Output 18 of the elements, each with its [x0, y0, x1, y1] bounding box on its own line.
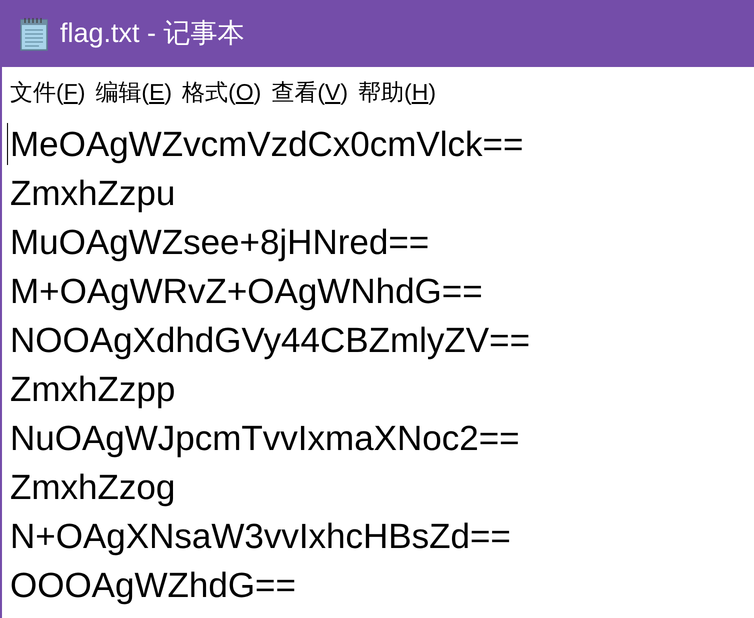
menu-item[interactable]: 查看(V) [271, 81, 348, 104]
menu-item[interactable]: 帮助(H) [358, 81, 436, 104]
text-line: M+OAgWRvZ+OAgWNhdG== [10, 271, 483, 313]
menu-item[interactable]: 文件(F) [10, 81, 86, 104]
text-line: MeOAgWZvcmVzdCx0cmVlck== [10, 124, 524, 166]
text-line: ZmxhZzpp [10, 369, 176, 411]
text-line: ZmxhZzog [10, 467, 176, 509]
text-line: ZmxhZzpu [10, 173, 176, 215]
text-caret [7, 123, 8, 165]
menu-item[interactable]: 格式(O) [182, 81, 262, 104]
window-title: flag.txt - 记事本 [60, 17, 245, 50]
text-line: NOOAgXdhdGVy44CBZmlyZV== [10, 320, 530, 362]
text-line: NuOAgWJpcmTvvIxmaXNoc2== [10, 418, 520, 460]
text-line: N+OAgXNsaW3vvIxhcHBsZd== [10, 516, 511, 558]
menu-item[interactable]: 编辑(E) [95, 81, 172, 104]
text-area[interactable]: MeOAgWZvcmVzdCx0cmVlck== ZmxhZzpu MuOAgWZsee+8jHNred== M+OAgWRvZ+OAgWNhdG== NOOAgXdhdGVy44CBZmlyZV== ZmxhZzpp NuOAgWJpcmTvvIxmaXNoc2== ZmxhZzog N+OAgXNsaW3vvIxhcHBsZd== OOOAgWZhdG== [2, 118, 754, 618]
text-line: MuOAgWZsee+8jHNred== [10, 222, 430, 264]
text-line: OOOAgWZhdG== [10, 565, 296, 607]
